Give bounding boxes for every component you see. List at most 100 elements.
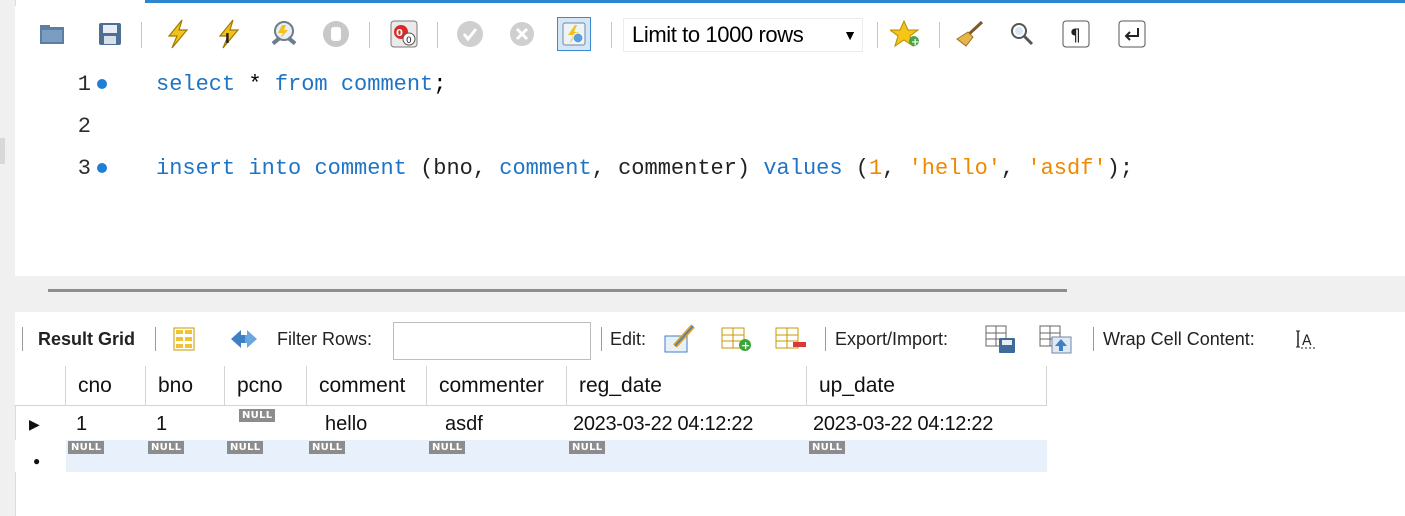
svg-text:A: A <box>1302 333 1312 349</box>
table-cell[interactable]: 2023-03-22 04:12:22 <box>807 408 1047 440</box>
table-cell[interactable]: NULL <box>66 440 146 472</box>
null-badge: NULL <box>68 441 105 454</box>
delete-row-icon[interactable] <box>775 312 807 366</box>
toolbar-separator <box>611 22 612 48</box>
invisible-chars-icon[interactable]: ¶ <box>1059 17 1093 51</box>
null-badge: NULL <box>239 409 276 422</box>
edit-row-icon[interactable] <box>663 312 697 366</box>
chevron-down-icon[interactable]: ▼ <box>838 27 862 43</box>
table-cell[interactable]: NULL <box>307 440 427 472</box>
column-header-pcno[interactable]: pcno <box>225 366 307 406</box>
table-cell[interactable]: NULL <box>427 440 567 472</box>
svg-text:¶: ¶ <box>1070 26 1081 46</box>
result-toolbar: Result Grid Filter Rows: Edit: + Export/… <box>15 312 1405 366</box>
current-row-arrow-icon[interactable]: ▶ <box>15 408 66 440</box>
new-row-marker-icon: ● <box>15 440 66 472</box>
stop-icon[interactable] <box>319 17 353 51</box>
execute-current-icon[interactable]: I <box>213 17 247 51</box>
null-badge: NULL <box>148 441 185 454</box>
table-cell[interactable]: NULL <box>225 408 307 440</box>
export-import-label: Export/Import: <box>835 328 949 349</box>
add-row-icon[interactable]: + <box>721 312 753 366</box>
toolbar-separator <box>877 22 878 48</box>
null-badge: NULL <box>227 441 264 454</box>
toolbar-separator <box>601 327 602 351</box>
left-panel-edge <box>0 0 16 516</box>
rollback-icon[interactable] <box>505 17 539 51</box>
column-header-comment[interactable]: comment <box>307 366 427 406</box>
table-cell[interactable]: 1 <box>66 408 146 440</box>
edit-label: Edit: <box>610 328 647 349</box>
sql-statement-select[interactable]: select * from comment; <box>156 72 446 97</box>
toolbar-separator <box>1093 327 1094 351</box>
column-header-bno[interactable]: bno <box>146 366 225 406</box>
column-header-reg-date[interactable]: reg_date <box>567 366 807 406</box>
line-number: 3 <box>77 155 91 181</box>
null-badge: NULL <box>569 441 606 454</box>
sql-editor-toolbar: I 00 Limit to 1000 rows ▼ + ¶ <box>15 6 1405 64</box>
column-header-up-date[interactable]: up_date <box>807 366 1047 406</box>
search-icon[interactable] <box>1005 17 1039 51</box>
limit-rows-dropdown[interactable]: Limit to 1000 rows ▼ <box>623 18 863 52</box>
svg-text:+: + <box>911 37 919 48</box>
table-cell[interactable]: NULL <box>567 440 807 472</box>
editor-result-splitter[interactable] <box>15 276 1405 312</box>
column-header-cno[interactable]: cno <box>66 366 146 406</box>
column-header-commenter[interactable]: commenter <box>427 366 567 406</box>
toolbar-separator <box>437 22 438 48</box>
null-badge: NULL <box>809 441 846 454</box>
broom-icon[interactable] <box>953 17 987 51</box>
panel-resize-handle[interactable] <box>0 138 5 164</box>
export-icon[interactable] <box>985 312 1017 366</box>
toolbar-separator <box>22 327 23 351</box>
active-tab-indicator <box>145 0 1405 3</box>
wrap-icon[interactable] <box>1115 17 1149 51</box>
svg-text:0: 0 <box>406 36 412 46</box>
toolbar-separator <box>155 327 156 351</box>
explain-icon[interactable] <box>267 17 301 51</box>
wrap-cell-content-label: Wrap Cell Content: <box>1103 328 1255 349</box>
table-cell[interactable]: hello <box>307 408 427 440</box>
splitter-handle[interactable] <box>48 289 1067 292</box>
sql-editor[interactable]: 1 select * from comment; 2 3 insert into… <box>15 64 1405 276</box>
statement-marker-icon <box>97 163 107 173</box>
toolbar-separator <box>369 22 370 48</box>
form-editor-icon[interactable] <box>173 312 195 366</box>
toolbar-separator <box>825 327 826 351</box>
filter-rows-input[interactable] <box>393 322 591 360</box>
table-cell[interactable]: NULL <box>225 440 307 472</box>
line-number: 1 <box>77 71 91 97</box>
result-grid-tab[interactable]: Result Grid <box>38 312 135 366</box>
svg-text:I: I <box>225 32 230 47</box>
execute-icon[interactable] <box>161 17 195 51</box>
svg-text:0: 0 <box>396 28 403 39</box>
new-row[interactable]: ● NULL NULL NULL NULL NULL NULL NULL <box>15 440 1047 472</box>
null-badge: NULL <box>309 441 346 454</box>
table-row[interactable]: ▶ 1 1 NULL hello asdf 2023-03-22 04:12:2… <box>15 408 1047 440</box>
null-badge: NULL <box>429 441 466 454</box>
table-cell[interactable]: NULL <box>146 440 225 472</box>
sql-statement-insert[interactable]: insert into comment (bno, comment, comme… <box>156 156 1133 181</box>
line-number: 2 <box>77 113 91 139</box>
statement-marker-icon <box>97 79 107 89</box>
toolbar-separator <box>939 22 940 48</box>
import-icon[interactable] <box>1039 312 1073 366</box>
table-cell[interactable]: NULL <box>807 440 1047 472</box>
autocommit-icon[interactable] <box>557 17 591 51</box>
wrap-cell-icon[interactable]: A <box>1295 312 1321 366</box>
save-icon[interactable] <box>93 17 127 51</box>
refresh-icon[interactable] <box>229 312 259 366</box>
open-folder-icon[interactable] <box>35 17 69 51</box>
toolbar-separator <box>141 22 142 48</box>
table-cell[interactable]: 2023-03-22 04:12:22 <box>567 408 807 440</box>
table-cell[interactable]: 1 <box>146 408 225 440</box>
limit-rows-value: Limit to 1000 rows <box>632 22 804 47</box>
svg-text:+: + <box>741 339 750 352</box>
toggle-error-stop-icon[interactable]: 00 <box>387 17 421 51</box>
result-grid[interactable]: cno bno pcno comment commenter reg_date … <box>15 366 1047 474</box>
commit-icon[interactable] <box>453 17 487 51</box>
row-header-corner <box>15 366 66 406</box>
table-cell[interactable]: asdf <box>427 408 567 440</box>
beautify-star-icon[interactable]: + <box>889 17 923 51</box>
filter-rows-label: Filter Rows: <box>277 328 373 349</box>
